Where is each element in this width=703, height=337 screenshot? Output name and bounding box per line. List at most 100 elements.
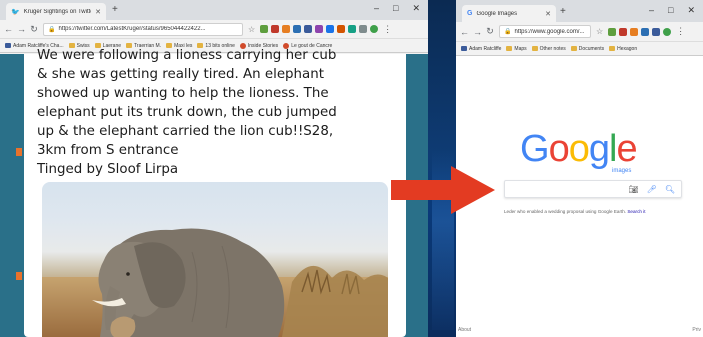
close-icon[interactable]: ✕ xyxy=(545,10,551,18)
close-icon[interactable]: ✕ xyxy=(95,8,101,16)
close-window-button[interactable]: ✕ xyxy=(412,3,420,14)
minimize-button[interactable]: – xyxy=(374,3,379,14)
right-address-bar[interactable]: 🔒 https://www.google.com/... xyxy=(499,25,591,38)
menu-icon[interactable]: ⋮ xyxy=(383,24,392,35)
right-bookmarks-bar: Adam Ratcliffe Maps Other notes Documents He… xyxy=(456,42,703,56)
back-button[interactable]: ← xyxy=(4,24,13,34)
bookmark-label: Maps xyxy=(514,45,527,52)
google-logo-letter: g xyxy=(588,128,610,170)
bookmark-item[interactable]: Documents xyxy=(570,45,605,52)
reload-button[interactable]: ↻ xyxy=(486,26,494,37)
red-arrow-icon xyxy=(391,166,495,214)
microphone-icon[interactable]: 🎤︎ xyxy=(647,185,657,194)
extension-icon[interactable] xyxy=(630,27,639,36)
tweet-line: & she was getting really tired. An eleph… xyxy=(37,67,324,82)
extension-icon[interactable] xyxy=(608,27,617,36)
bookmark-item[interactable]: Hexagon xyxy=(609,46,637,52)
left-toolbar: ← → ↻ 🔒 https://twitter.com/LatestKruger… xyxy=(0,20,428,39)
reload-button[interactable]: ↻ xyxy=(30,24,38,35)
profile-icon[interactable] xyxy=(370,25,379,33)
twitter-page: We were following a lioness carrying her… xyxy=(0,48,428,337)
bookmark-star-icon[interactable]: ☆ xyxy=(248,25,255,34)
maximize-button[interactable]: □ xyxy=(393,3,398,14)
google-favicon-icon: G xyxy=(467,10,473,17)
extensions-row xyxy=(608,27,672,36)
tweet-line: 3km from S entrance xyxy=(37,143,179,158)
extension-icon[interactable] xyxy=(315,25,324,33)
profile-icon[interactable] xyxy=(663,27,672,36)
right-tab[interactable]: G Google Images ✕ xyxy=(462,5,556,22)
bookmark-folder-icon xyxy=(5,43,11,48)
close-window-button[interactable]: ✕ xyxy=(687,5,695,16)
elephant-photo[interactable] xyxy=(42,182,388,337)
maximize-button[interactable]: □ xyxy=(668,5,673,16)
tweet-text: We were following a lioness carrying her… xyxy=(37,46,397,179)
extension-icon[interactable] xyxy=(271,25,280,33)
left-tabstrip: 🐦 Kruger Sightings on Twitter: "W ✕ + – … xyxy=(0,0,428,20)
bookmark-star-icon[interactable]: ☆ xyxy=(596,27,603,36)
minimize-button[interactable]: – xyxy=(649,5,654,16)
extension-icon[interactable] xyxy=(337,25,346,33)
left-window-controls: – □ ✕ xyxy=(374,3,420,14)
extension-icon[interactable] xyxy=(619,27,628,36)
bookmark-label: Documents xyxy=(578,45,605,52)
search-icon[interactable]: 🔍︎ xyxy=(665,185,675,194)
google-logo-letter: o xyxy=(568,128,590,170)
footer-about-link[interactable]: About xyxy=(458,327,471,333)
new-tab-button[interactable]: + xyxy=(112,4,118,15)
promo-text: Leder who enabled a wedding proposal usi… xyxy=(504,209,627,214)
bookmark-item[interactable]: Maps xyxy=(506,45,527,52)
left-tab-title: Kruger Sightings on Twitter: "W xyxy=(23,8,91,15)
extension-icon[interactable] xyxy=(641,27,650,36)
right-tab-title: Google Images xyxy=(476,10,518,17)
right-toolbar: ← → ↻ 🔒 https://www.google.com/... ☆ ⋮ xyxy=(456,22,703,42)
left-tab[interactable]: 🐦 Kruger Sightings on Twitter: "W ✕ xyxy=(6,3,106,20)
new-tab-button[interactable]: + xyxy=(560,6,566,17)
camera-icon[interactable]: 📷︎ xyxy=(629,185,639,194)
elephant-illustration xyxy=(42,228,388,337)
footer-privacy-link[interactable]: Priv xyxy=(692,327,701,333)
extension-icon[interactable] xyxy=(652,27,661,36)
search-input[interactable]: 📷︎ 🎤︎ 🔍︎ xyxy=(504,180,682,198)
bookmark-folder-icon xyxy=(609,46,616,51)
gutter-marker xyxy=(16,272,22,280)
google-logo-subtitle: images xyxy=(612,168,632,174)
left-address-bar[interactable]: 🔒 https://twitter.com/LatestKruger/statu… xyxy=(43,22,243,36)
back-button[interactable]: ← xyxy=(460,27,469,37)
bookmark-item[interactable]: Other notes xyxy=(531,45,566,52)
bookmark-folder-icon xyxy=(570,46,577,51)
google-logo: Google xyxy=(520,128,638,171)
promo-message: Leder who enabled a wedding proposal usi… xyxy=(504,209,646,214)
bookmark-label: Hexagon xyxy=(617,45,638,52)
bookmark-item[interactable]: Adam Ratcliffe xyxy=(461,46,501,52)
lock-icon: 🔒 xyxy=(504,29,512,35)
tweet-line: elephant put its trunk down, the cub jum… xyxy=(37,105,337,120)
extension-icon[interactable] xyxy=(359,25,368,33)
menu-icon[interactable]: ⋮ xyxy=(676,26,685,37)
extensions-row xyxy=(260,25,379,33)
left-url: https://twitter.com/LatestKruger/status/… xyxy=(58,26,206,32)
bookmark-label: Other notes xyxy=(539,45,566,52)
extension-icon[interactable] xyxy=(326,25,335,33)
tweet-card: We were following a lioness carrying her… xyxy=(24,48,406,337)
extension-icon[interactable] xyxy=(348,25,357,33)
right-tabstrip: G Google Images ✕ + – □ ✕ xyxy=(456,0,703,22)
extension-icon[interactable] xyxy=(304,25,313,33)
right-url: https://www.google.com/... xyxy=(514,28,585,35)
extension-icon[interactable] xyxy=(293,25,302,33)
gutter-marker xyxy=(16,148,22,156)
google-logo-letter: l xyxy=(608,128,618,170)
forward-button[interactable]: → xyxy=(17,24,26,34)
tweet-line: Tinged by Sloof Lirpa xyxy=(37,162,179,177)
tweet-line: up & the elephant carried the lion cub!!… xyxy=(37,124,334,139)
right-window-controls: – □ ✕ xyxy=(649,5,695,16)
google-logo-letter: o xyxy=(548,128,570,170)
google-logo-letter: e xyxy=(616,128,637,170)
bookmark-label: Adam Ratcliffe xyxy=(469,45,502,52)
extension-icon[interactable] xyxy=(282,25,291,33)
forward-button[interactable]: → xyxy=(473,27,482,37)
extension-icon[interactable] xyxy=(260,25,269,33)
bookmark-folder-icon xyxy=(461,46,467,51)
bookmark-folder-icon xyxy=(531,46,538,51)
promo-link[interactable]: Search it xyxy=(627,209,645,214)
